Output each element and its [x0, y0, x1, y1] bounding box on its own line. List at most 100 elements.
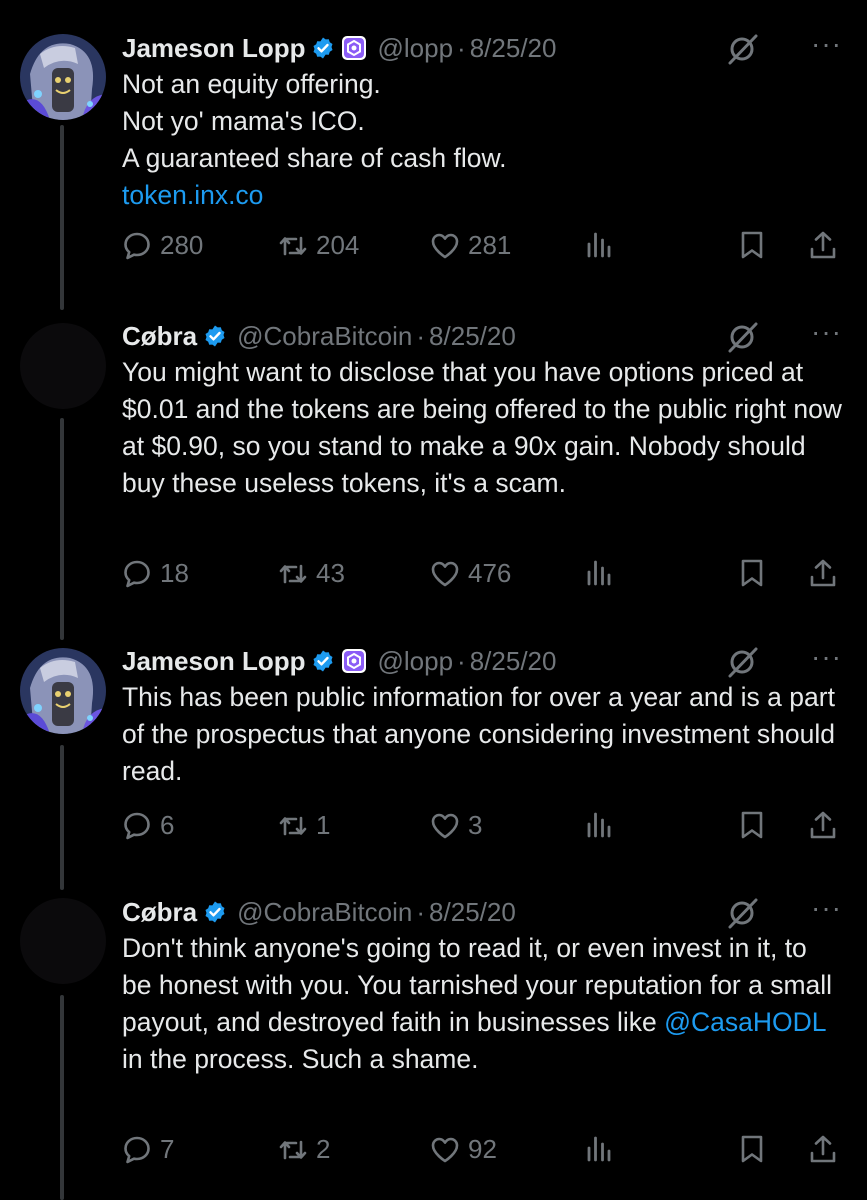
retweet-count: 1: [316, 810, 331, 840]
like-button[interactable]: 281: [430, 230, 511, 261]
retweet-button[interactable]: 2: [278, 1134, 330, 1165]
reply-icon: [124, 1136, 150, 1163]
like-button[interactable]: 3: [430, 810, 482, 841]
verified-badge-icon: [313, 37, 333, 59]
avatar[interactable]: [20, 323, 106, 409]
reply-icon: [124, 812, 150, 839]
retweet-count: 43: [316, 558, 345, 588]
thread-line: [60, 125, 64, 310]
retweet-count: 2: [316, 1134, 331, 1164]
grok-icon[interactable]: [726, 645, 760, 679]
views-button[interactable]: [584, 230, 614, 260]
display-name[interactable]: Jameson Lopp: [122, 33, 305, 64]
grok-icon[interactable]: [726, 320, 760, 354]
thread-line: [60, 745, 64, 890]
handle[interactable]: @CobraBitcoin: [237, 897, 412, 928]
retweet-icon: [279, 236, 307, 255]
share-icon: [810, 811, 836, 839]
like-count: 476: [468, 558, 512, 588]
handle[interactable]: @lopp: [377, 646, 453, 677]
tweet-text: Not an equity offering. Not yo' mama's I…: [122, 66, 842, 214]
bookmark-icon: [741, 231, 763, 259]
reply-count: 6: [160, 810, 175, 840]
retweet-icon: [279, 816, 307, 835]
like-count: 3: [468, 810, 483, 840]
display-name[interactable]: Cøbra: [122, 897, 197, 928]
tweet-actions: 6 1 3: [122, 810, 842, 850]
retweet-button[interactable]: 43: [278, 558, 345, 589]
like-button[interactable]: 476: [430, 558, 511, 589]
grok-icon[interactable]: [726, 32, 760, 66]
separator: ·: [416, 320, 426, 351]
reply-icon: [124, 560, 150, 587]
handle[interactable]: @CobraBitcoin: [237, 321, 412, 352]
tweet[interactable]: Cøbra @CobraBitcoin · 8/25/20 ··· You mi…: [122, 316, 850, 588]
tweet-text: You might want to disclose that you have…: [122, 357, 850, 498]
like-count: 281: [468, 230, 512, 260]
views-icon: [587, 812, 611, 838]
views-icon: [587, 1136, 611, 1162]
bookmark-button[interactable]: [737, 810, 767, 840]
tweet-actions: 280 204 281: [122, 230, 842, 270]
verified-badge-icon: [313, 650, 333, 672]
thread-line: [60, 995, 64, 1200]
views-button[interactable]: [584, 1134, 614, 1164]
display-name[interactable]: Jameson Lopp: [122, 646, 305, 677]
like-icon: [431, 233, 459, 258]
share-button[interactable]: [808, 230, 838, 260]
timestamp[interactable]: 8/25/20: [470, 33, 557, 64]
more-icon[interactable]: ···: [811, 641, 842, 673]
avatar-image: [20, 34, 106, 120]
like-count: 92: [468, 1134, 497, 1164]
grok-icon[interactable]: [726, 896, 760, 930]
avatar[interactable]: [20, 648, 106, 734]
reply-button[interactable]: 18: [122, 558, 189, 589]
like-icon: [431, 561, 459, 586]
verified-badge-icon: [205, 901, 225, 923]
like-button[interactable]: 92: [430, 1134, 497, 1165]
like-icon: [431, 1137, 459, 1162]
reply-count: 7: [160, 1134, 175, 1164]
like-icon: [431, 813, 459, 838]
tweet[interactable]: Jameson Lopp @lopp · 8/25/20 ··· This ha…: [122, 641, 842, 840]
avatar[interactable]: [20, 34, 106, 120]
views-button[interactable]: [584, 810, 614, 840]
share-button[interactable]: [808, 1134, 838, 1164]
tweet[interactable]: Cøbra @CobraBitcoin · 8/25/20 ··· Don't …: [122, 892, 842, 1164]
timestamp[interactable]: 8/25/20: [429, 321, 516, 352]
display-name[interactable]: Cøbra: [122, 321, 197, 352]
reply-button[interactable]: 7: [122, 1134, 174, 1165]
reply-button[interactable]: 280: [122, 230, 203, 261]
timestamp[interactable]: 8/25/20: [429, 897, 516, 928]
verified-badge-icon: [205, 325, 225, 347]
share-icon: [810, 1135, 836, 1163]
affiliate-badge-icon: [342, 36, 367, 60]
tweet-link[interactable]: token.inx.co: [122, 180, 263, 210]
retweet-button[interactable]: 204: [278, 230, 359, 261]
bookmark-icon: [741, 811, 763, 839]
share-button[interactable]: [808, 558, 838, 588]
bookmark-button[interactable]: [737, 230, 767, 260]
more-icon[interactable]: ···: [811, 892, 842, 924]
reply-count: 280: [160, 230, 204, 260]
handle[interactable]: @lopp: [377, 33, 453, 64]
bookmark-icon: [741, 559, 763, 587]
retweet-button[interactable]: 1: [278, 810, 330, 841]
more-icon[interactable]: ···: [811, 28, 842, 60]
more-icon[interactable]: ···: [811, 316, 842, 348]
reply-count: 18: [160, 558, 189, 588]
reply-button[interactable]: 6: [122, 810, 174, 841]
timestamp[interactable]: 8/25/20: [470, 646, 557, 677]
share-button[interactable]: [808, 810, 838, 840]
share-icon: [810, 559, 836, 587]
tweet[interactable]: Jameson Lopp @lopp · 8/25/20 ··· Not an …: [122, 28, 842, 260]
retweet-icon: [279, 564, 307, 583]
mention-link[interactable]: @CasaHODL: [664, 1007, 825, 1037]
tweet-actions: 7 2 92: [122, 1134, 842, 1174]
avatar[interactable]: [20, 898, 106, 984]
views-button[interactable]: [584, 558, 614, 588]
separator: ·: [457, 32, 466, 63]
bookmark-button[interactable]: [737, 558, 767, 588]
bookmark-button[interactable]: [737, 1134, 767, 1164]
reply-icon: [124, 232, 150, 259]
